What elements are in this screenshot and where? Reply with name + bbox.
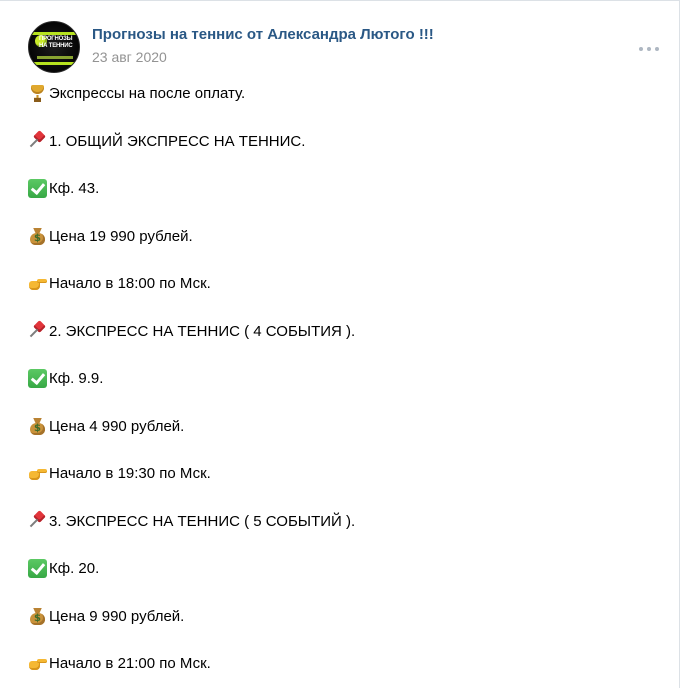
post-line-text: 1. ОБЩИЙ ЭКСПРЕСС НА ТЕННИС. <box>49 132 306 150</box>
avatar[interactable]: Прогнозы на теннис <box>28 21 80 73</box>
post-line-text: Кф. 20. <box>49 560 100 577</box>
pushpin-icon <box>28 322 47 341</box>
post-line: Кф. 20. <box>28 559 669 578</box>
pointing-hand-icon <box>28 274 47 293</box>
post-line-text: Начало в 18:00 по Мск. <box>49 275 211 292</box>
check-mark-icon <box>28 559 47 578</box>
avatar-stripe-top <box>29 32 79 35</box>
post-line: Начало в 18:00 по Мск. <box>28 274 669 293</box>
post-line: Цена 9 990 рублей. <box>28 607 669 626</box>
post-line: Экспрессы на после оплату. <box>28 84 669 103</box>
post-line: Кф. 43. <box>28 179 669 198</box>
post-line: Начало в 21:00 по Мск. <box>28 654 669 673</box>
post-card: Прогнозы на теннис Прогнозы на теннис от… <box>0 0 680 688</box>
post-line: Цена 19 990 рублей. <box>28 227 669 246</box>
avatar-stripe-bottom <box>29 62 79 65</box>
post-line-text: Экспрессы на после оплату. <box>49 85 246 102</box>
post-line-text: Начало в 19:30 по Мск. <box>49 465 211 482</box>
more-dot <box>639 47 643 51</box>
post-text: Экспрессы на после оплату. 1. ОБЩИЙ ЭКСП… <box>28 84 669 673</box>
check-mark-icon <box>28 179 47 198</box>
check-mark-icon <box>28 369 47 388</box>
trophy-icon <box>28 84 47 103</box>
post-line-text: 3. ЭКСПРЕСС НА ТЕННИС ( 5 СОБЫТИЙ ). <box>49 512 356 530</box>
pushpin-icon <box>28 132 47 151</box>
pointing-hand-icon <box>28 464 47 483</box>
post-date-link[interactable]: 23 авг 2020 <box>92 49 167 65</box>
post-line: 3. ЭКСПРЕСС НА ТЕННИС ( 5 СОБЫТИЙ ). <box>28 512 669 531</box>
post-line-text: Кф. 43. <box>49 180 100 197</box>
post-line: Кф. 9.9. <box>28 369 669 388</box>
post-line: 2. ЭКСПРЕСС НА ТЕННИС ( 4 СОБЫТИЯ ). <box>28 322 669 341</box>
money-bag-icon <box>28 607 47 626</box>
pushpin-icon <box>28 512 47 531</box>
post-author-link[interactable]: Прогнозы на теннис от Александра Лютого … <box>92 26 434 43</box>
more-dot <box>655 47 659 51</box>
money-bag-icon <box>28 227 47 246</box>
post-line: Начало в 19:30 по Мск. <box>28 464 669 483</box>
post-line: 1. ОБЩИЙ ЭКСПРЕСС НА ТЕННИС. <box>28 132 669 151</box>
post-header: Прогнозы на теннис Прогнозы на теннис от… <box>28 21 679 77</box>
post-line-text: Цена 19 990 рублей. <box>49 227 193 245</box>
avatar-logo-underline <box>37 56 73 59</box>
money-bag-icon <box>28 417 47 436</box>
pointing-hand-icon <box>28 654 47 673</box>
post-line-text: 2. ЭКСПРЕСС НА ТЕННИС ( 4 СОБЫТИЯ ). <box>49 322 356 340</box>
post-line-text: Цена 4 990 рублей. <box>49 417 185 435</box>
post-line-text: Начало в 21:00 по Мск. <box>49 655 211 672</box>
post-line-text: Цена 9 990 рублей. <box>49 607 185 625</box>
post-line: Цена 4 990 рублей. <box>28 417 669 436</box>
more-options-icon[interactable] <box>639 45 659 53</box>
post-line-text: Кф. 9.9. <box>49 370 104 387</box>
avatar-logo-text: Прогнозы на теннис <box>39 36 73 49</box>
more-dot <box>647 47 651 51</box>
